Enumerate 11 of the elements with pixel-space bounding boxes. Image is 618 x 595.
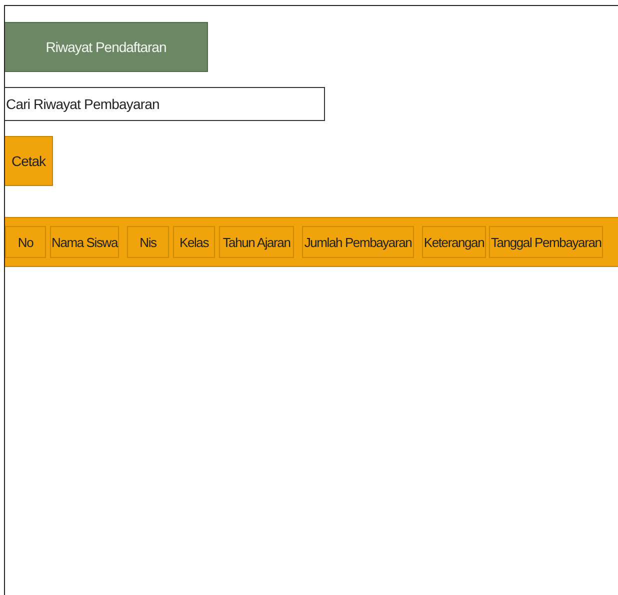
- column-header: Nis: [127, 226, 169, 258]
- column-header: Tahun Ajaran: [219, 226, 294, 258]
- print-button[interactable]: Cetak: [5, 136, 53, 186]
- column-header: Nama Siswa: [50, 226, 119, 258]
- column-header: Keterangan: [422, 226, 486, 258]
- column-header: Kelas: [173, 226, 215, 258]
- column-header: No: [5, 226, 46, 258]
- search-field[interactable]: Cari Riwayat Pembayaran: [5, 87, 325, 121]
- page-title-banner: Riwayat Pendaftaran: [5, 22, 208, 72]
- column-header: Jumlah Pembayaran: [302, 226, 414, 258]
- column-header: Tanggal Pembayaran: [489, 226, 604, 258]
